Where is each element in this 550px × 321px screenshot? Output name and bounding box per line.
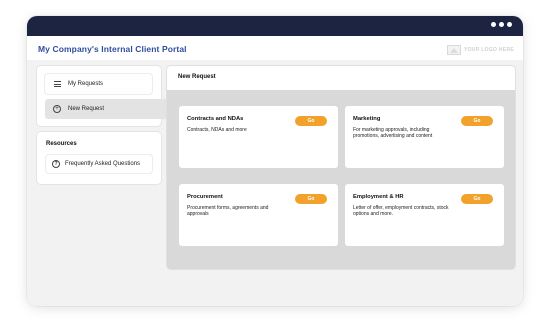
nav-panel: My Requests + New Request bbox=[37, 66, 171, 126]
resources-title: Resources bbox=[46, 141, 77, 147]
go-button[interactable]: Go bbox=[461, 194, 493, 204]
card-description: Procurement forms, agreements and approv… bbox=[187, 205, 269, 218]
request-card-employment-hr: Employment & HR Letter of offer, employm… bbox=[345, 184, 504, 246]
app-title: My Company's Internal Client Portal bbox=[38, 44, 187, 54]
image-icon bbox=[446, 45, 461, 55]
logo-placeholder: YOUR LOGO HERE bbox=[446, 44, 514, 56]
card-description: For marketing approvals, including promo… bbox=[353, 127, 433, 140]
request-card-marketing: Marketing For marketing approvals, inclu… bbox=[345, 106, 504, 168]
go-button[interactable]: Go bbox=[461, 116, 493, 126]
list-icon bbox=[49, 80, 65, 88]
card-description: Contracts, NDAs and more bbox=[187, 127, 247, 133]
app-header: My Company's Internal Client Portal YOUR… bbox=[27, 36, 523, 60]
nav-item-my-requests[interactable]: My Requests bbox=[45, 74, 152, 94]
more-options-icon[interactable] bbox=[491, 22, 512, 27]
card-title: Marketing bbox=[353, 116, 381, 122]
go-button[interactable]: Go bbox=[295, 116, 327, 126]
nav-item-label: New Request bbox=[68, 106, 105, 112]
faq-link[interactable]: ? Frequently Asked Questions bbox=[46, 155, 152, 173]
go-button[interactable]: Go bbox=[295, 194, 327, 204]
nav-item-label: My Requests bbox=[68, 81, 104, 87]
card-description: Letter of offer, employment contracts, s… bbox=[353, 205, 449, 218]
card-title: Procurement bbox=[187, 194, 223, 200]
request-card-procurement: Procurement Procurement forms, agreement… bbox=[179, 184, 338, 246]
app-body: My Requests + New Request Resources ? Fr… bbox=[27, 60, 523, 306]
new-request-panel: New Request Contracts and NDAs Contracts… bbox=[167, 66, 515, 269]
app-window: My Company's Internal Client Portal YOUR… bbox=[27, 16, 523, 306]
plus-circle-icon: + bbox=[53, 105, 61, 113]
window-titlebar bbox=[27, 16, 523, 36]
resources-panel: Resources ? Frequently Asked Questions bbox=[37, 132, 161, 184]
card-title: Employment & HR bbox=[353, 194, 404, 200]
page-title: New Request bbox=[178, 74, 216, 80]
question-circle-icon: ? bbox=[52, 160, 60, 168]
request-card-contracts: Contracts and NDAs Contracts, NDAs and m… bbox=[179, 106, 338, 168]
main-header: New Request bbox=[167, 66, 515, 90]
nav-item-new-request[interactable]: + New Request bbox=[45, 99, 171, 119]
card-title: Contracts and NDAs bbox=[187, 116, 244, 122]
logo-placeholder-text: YOUR LOGO HERE bbox=[463, 47, 514, 53]
faq-label: Frequently Asked Questions bbox=[65, 161, 141, 167]
